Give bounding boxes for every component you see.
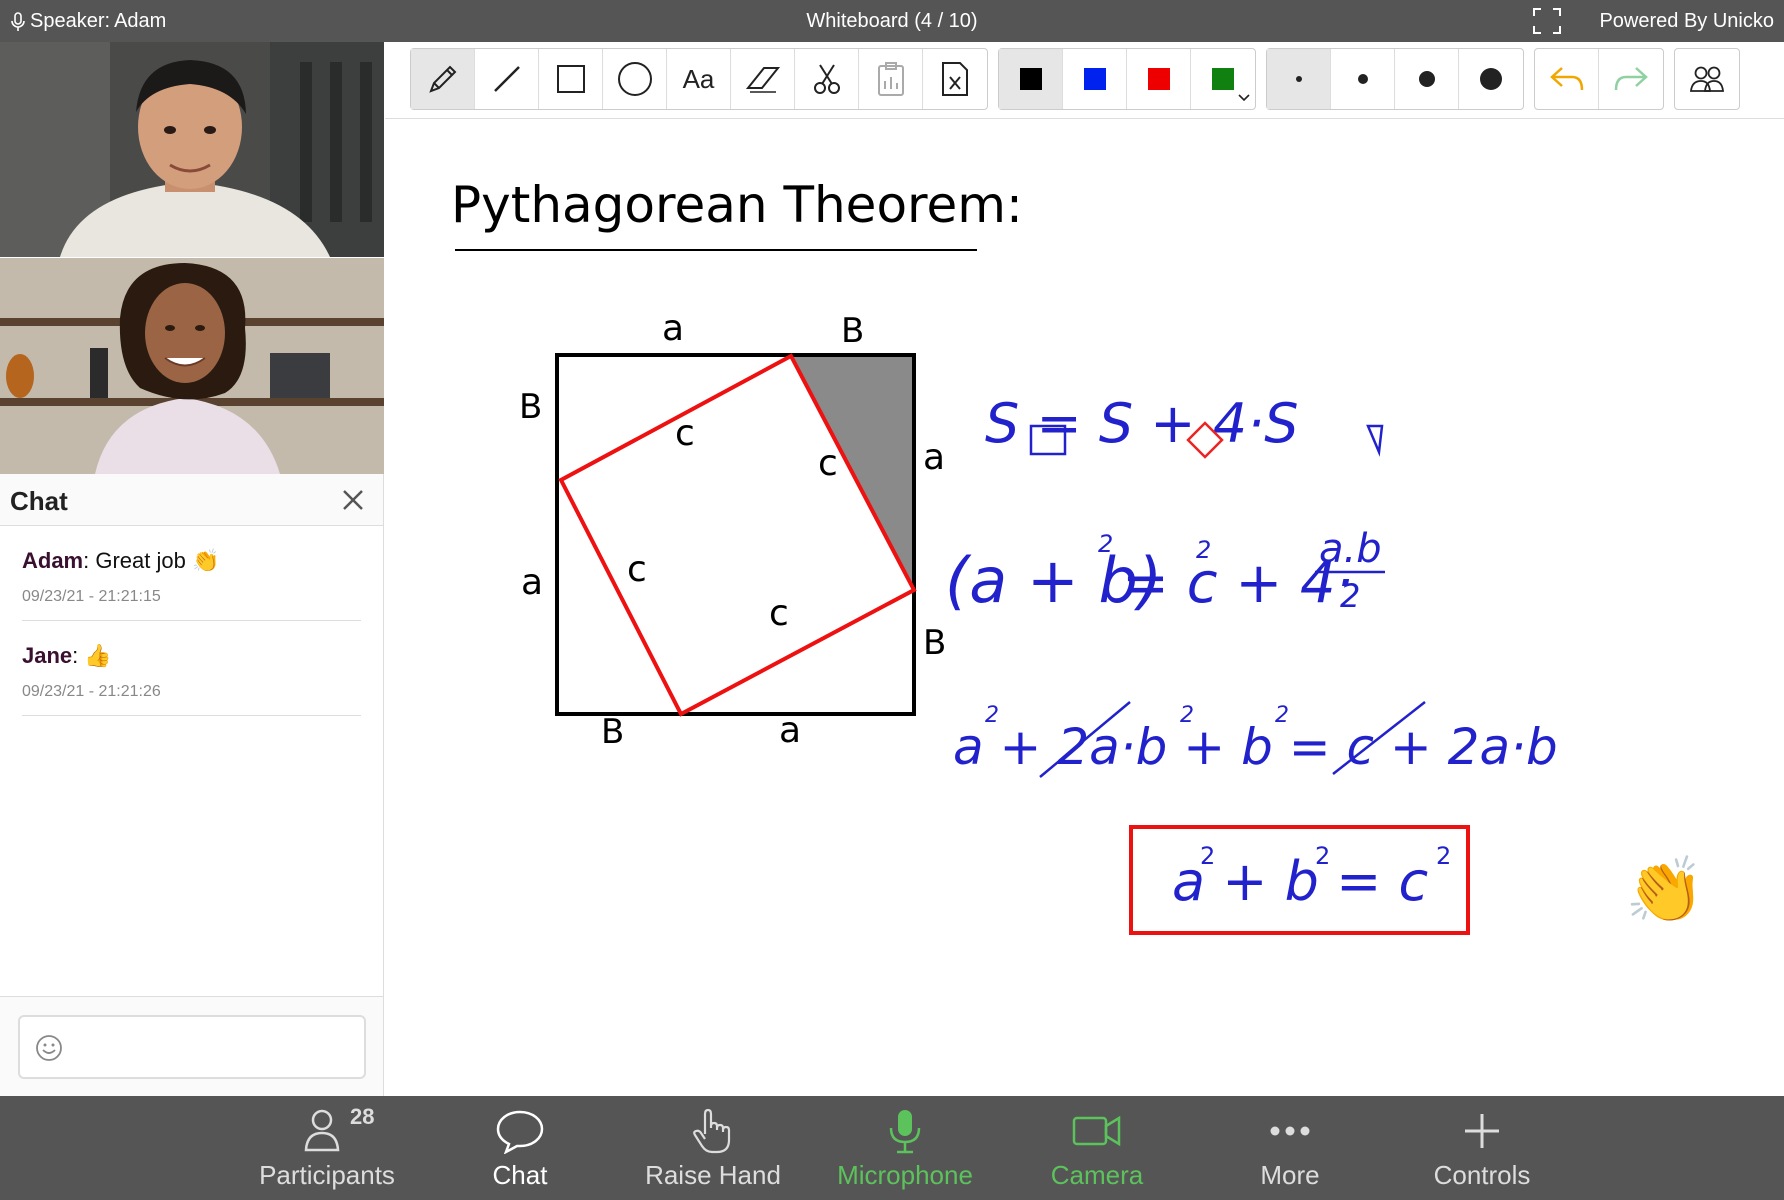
fullscreen-icon[interactable] [1532, 7, 1562, 35]
exponent: 2 [1200, 842, 1215, 870]
hand-icon [693, 1108, 731, 1154]
triangle-subscript [1366, 424, 1384, 457]
powered-by: Powered By Unicko [1599, 10, 1774, 32]
label-c: c [818, 443, 838, 484]
label-top-b: B [841, 311, 864, 351]
raise-hand-button[interactable]: Raise Hand [628, 1096, 798, 1200]
label-c: c [675, 413, 695, 454]
message-author: Jane [22, 643, 73, 668]
exponent: 2 [985, 703, 999, 728]
controls-label: Controls [1433, 1160, 1531, 1190]
fraction-numerator: a.b [1319, 526, 1382, 572]
exponent: 2 [1196, 536, 1211, 564]
chat-header: Chat [0, 474, 383, 526]
label-right-b: B [923, 623, 946, 663]
chat-button[interactable]: Chat [435, 1096, 605, 1200]
message-text: : 👍 [72, 643, 112, 668]
person-icon [304, 1109, 340, 1152]
more-label: More [1260, 1160, 1320, 1190]
microphone-label: Microphone [837, 1160, 973, 1190]
participants-label: Participants [259, 1160, 395, 1190]
chat-title: Chat [10, 486, 68, 516]
board-title: Pythagorean Theorem: [451, 176, 1023, 234]
chat-bubble-icon [496, 1110, 544, 1154]
label-c: c [769, 593, 789, 634]
page-title: Whiteboard (4 / 10) [806, 10, 978, 32]
exponent: 2 [1098, 530, 1113, 558]
message-time: 09/23/21 - 21:21:15 [22, 588, 161, 605]
chat-input[interactable] [18, 1015, 366, 1079]
participants-button[interactable]: 28 Participants [242, 1096, 412, 1200]
video-adam-image [0, 42, 384, 257]
chat-message: Jane: 👍 09/23/21 - 21:21:26 [22, 621, 361, 716]
camera-label: Camera [1050, 1160, 1144, 1190]
label-right-a: a [923, 437, 945, 478]
participants-count: 28 [350, 1104, 375, 1129]
microphone-button[interactable]: Microphone [820, 1096, 990, 1200]
emoji-icon[interactable] [34, 1033, 64, 1063]
label-bottom-b: B [601, 712, 624, 752]
top-bar: Speaker: Adam Whiteboard (4 / 10) Powere… [0, 0, 1784, 42]
video-tile-jane[interactable] [0, 258, 384, 474]
equations: S = S + 4·S (a + b) 2 = c + 4· 2 a.b 2 a… [945, 392, 1558, 778]
whiteboard-canvas[interactable]: Pythagorean Theorem: a B B a a B B a c c… [385, 42, 1784, 1096]
message-author: Adam [22, 548, 84, 573]
raise-hand-label: Raise Hand [645, 1160, 781, 1190]
exponent: 2 [1315, 842, 1330, 870]
more-dots-icon [1270, 1126, 1310, 1136]
camera-button[interactable]: Camera [1012, 1096, 1182, 1200]
label-bottom-a: a [779, 710, 801, 751]
microphone-icon [889, 1110, 921, 1154]
whiteboard[interactable]: Aa Pythagorean Theorem: a B B a a B B a … [385, 42, 1784, 1096]
label-top-a: a [662, 308, 684, 349]
video-jane-image [0, 258, 384, 474]
bottom-bar: 28 Participants Chat Raise Hand Micropho… [0, 1096, 1784, 1200]
message-text: : Great job 👏 [83, 548, 220, 573]
video-tile-adam[interactable] [0, 42, 384, 257]
message-time: 09/23/21 - 21:21:26 [22, 683, 161, 700]
label-left-a: a [521, 562, 543, 603]
label-c: c [627, 549, 647, 590]
chat-panel: Chat Adam: Great job 👏 09/23/21 - 21:21:… [0, 474, 384, 1096]
clap-emoji: 👏 [1625, 854, 1705, 928]
chat-input-area [0, 996, 383, 1096]
exponent: 2 [1436, 842, 1451, 870]
chat-message: Adam: Great job 👏 09/23/21 - 21:21:15 [22, 526, 361, 621]
exponent: 2 [1275, 703, 1289, 728]
label-left-b: B [519, 387, 542, 427]
camera-icon [1072, 1115, 1121, 1147]
controls-button[interactable]: Controls [1397, 1096, 1567, 1200]
equation-3: a + 2a·b + b = c + 2a·b [953, 718, 1558, 776]
more-button[interactable]: More [1205, 1096, 1375, 1200]
chat-label: Chat [492, 1160, 548, 1190]
plus-icon [1465, 1114, 1499, 1148]
close-icon[interactable] [339, 486, 367, 514]
exponent: 2 [1180, 703, 1194, 728]
fraction-denominator: 2 [1340, 577, 1360, 615]
